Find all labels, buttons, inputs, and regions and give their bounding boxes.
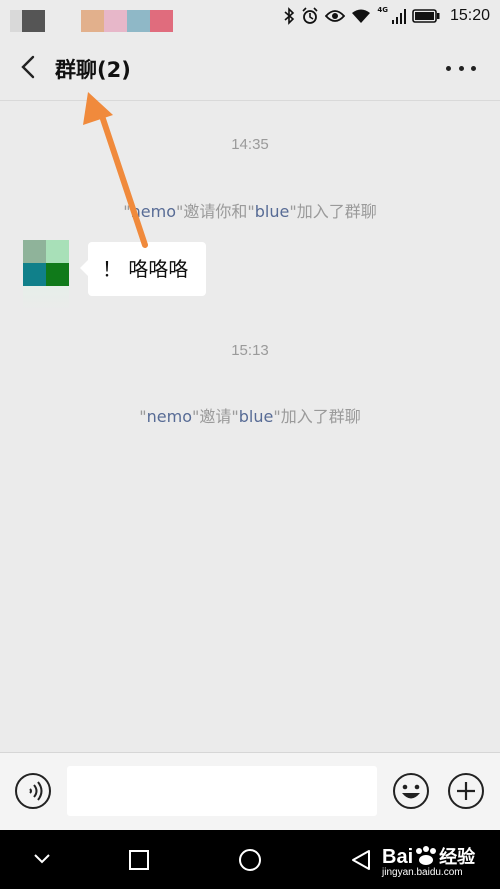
message-bubble[interactable]: ！ 咯咯咯 [80, 242, 206, 296]
battery-icon [412, 9, 440, 23]
paw-icon [416, 846, 437, 865]
message-time: 15:13 [231, 342, 269, 359]
chat-header: 群聊(2) [0, 36, 500, 101]
signal-icon [391, 9, 406, 24]
status-bar: 4G 15:20 [0, 0, 500, 36]
nav-recent-icon[interactable] [128, 849, 150, 871]
nav-down-icon[interactable] [32, 852, 52, 866]
member-name-link[interactable]: blue [255, 202, 290, 221]
chevron-left-icon[interactable] [15, 53, 43, 81]
input-bar [0, 752, 500, 831]
member-name-link[interactable]: nemo [147, 407, 192, 426]
baidu-jingyan-watermark: Bai 经验 jingyan.baidu.com [382, 846, 476, 878]
bluetooth-icon [284, 7, 295, 25]
network-label: 4G [377, 6, 388, 14]
system-message: "nemo"邀请你和"blue"加入了群聊 [123, 202, 377, 221]
member-name-link[interactable]: blue [239, 407, 274, 426]
eye-icon [325, 10, 346, 22]
blurred-notification-icons [10, 10, 173, 32]
chat-title: 群聊(2) [55, 58, 131, 82]
status-time: 15:20 [449, 7, 490, 24]
avatar-blur [23, 286, 69, 310]
nav-back-icon[interactable] [350, 849, 372, 871]
voice-icon[interactable] [14, 772, 52, 810]
member-name-link[interactable]: nemo [131, 202, 176, 221]
message-time: 14:35 [231, 136, 269, 153]
emoji-icon[interactable] [392, 772, 430, 810]
plus-icon[interactable] [447, 772, 485, 810]
alarm-icon [302, 7, 318, 24]
more-dots-icon[interactable] [446, 58, 476, 78]
message-input[interactable] [67, 766, 377, 816]
nav-home-icon[interactable] [238, 848, 262, 872]
system-message: "nemo"邀请"blue"加入了群聊 [139, 407, 361, 426]
avatar[interactable] [23, 240, 69, 286]
wifi-icon [352, 9, 371, 23]
